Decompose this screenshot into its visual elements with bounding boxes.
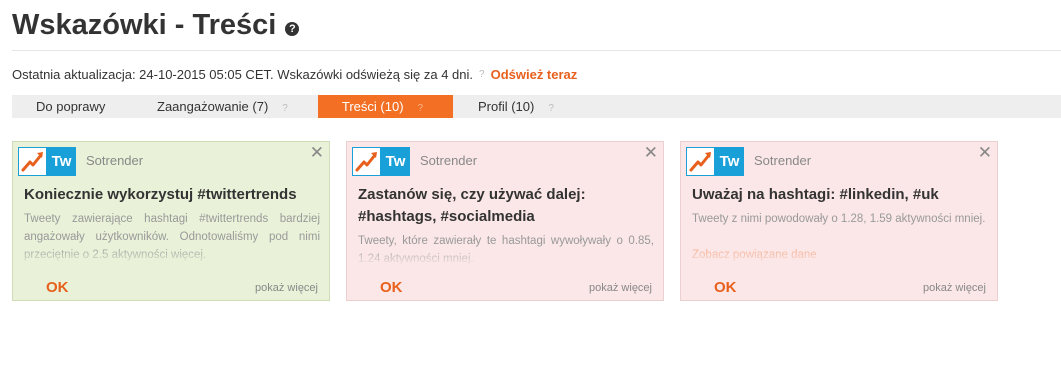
tab-label: Do poprawy xyxy=(36,99,106,114)
help-icon[interactable]: ? xyxy=(548,103,554,114)
tab-label: Profil (10) xyxy=(478,99,535,114)
twitter-badge: Tw xyxy=(47,147,76,176)
twitter-badge: Tw xyxy=(381,147,410,176)
tab-bar: Do poprawy Zaangażowanie (7)? Treści (10… xyxy=(12,95,1061,118)
close-icon[interactable]: ✕ xyxy=(310,144,324,161)
page-title-text: Wskazówki - Treści xyxy=(12,9,277,41)
refresh-now-link[interactable]: Odśwież teraz xyxy=(491,67,578,82)
page-title: Wskazówki - Treści ? xyxy=(12,9,300,42)
tip-card: Tw Sotrender ✕ Uważaj na hashtagi: #link… xyxy=(680,141,998,301)
sotrender-twitter-logo: Tw xyxy=(352,147,410,176)
ok-button[interactable]: OK xyxy=(380,279,403,296)
tip-title: Koniecznie wykorzystuj #twittertrends xyxy=(24,186,297,203)
sotrender-trend-icon xyxy=(18,147,47,176)
twitter-badge: Tw xyxy=(715,147,744,176)
related-data-link[interactable]: Zobacz powiązane dane xyxy=(692,246,988,264)
tip-card: Tw Sotrender ✕ Zastanów się, czy używać … xyxy=(346,141,664,301)
sotrender-twitter-logo: Tw xyxy=(18,147,76,176)
show-more-link[interactable]: pokaż więcej xyxy=(589,282,652,294)
title-divider xyxy=(12,50,1061,51)
tab-label: Treści (10) xyxy=(341,99,404,114)
tab-do-poprawy[interactable]: Do poprawy xyxy=(36,95,105,118)
tip-card: Tw Sotrender ✕ Koniecznie wykorzystuj #t… xyxy=(12,141,330,301)
brand-label: Sotrender xyxy=(420,153,478,168)
help-icon[interactable]: ? xyxy=(285,21,300,36)
show-more-link[interactable]: pokaż więcej xyxy=(923,282,986,294)
update-status-text: Ostatnia aktualizacja: 24-10-2015 05:05 … xyxy=(12,67,474,82)
tip-body: Tweety, które zawierały te hashtagi wywo… xyxy=(358,235,654,265)
sotrender-twitter-logo: Tw xyxy=(686,147,744,176)
brand-label: Sotrender xyxy=(86,153,144,168)
help-icon[interactable]: ? xyxy=(479,69,485,80)
brand-label: Sotrender xyxy=(754,153,812,168)
tab-zaangazowanie[interactable]: Zaangażowanie (7)? xyxy=(157,95,294,118)
update-status: Ostatnia aktualizacja: 24-10-2015 05:05 … xyxy=(12,67,577,82)
show-more-link[interactable]: pokaż więcej xyxy=(255,282,318,294)
tip-body: Tweety zawierające hashtagi #twittertren… xyxy=(24,213,320,261)
help-icon[interactable]: ? xyxy=(418,103,424,114)
sotrender-trend-icon xyxy=(352,147,381,176)
help-icon[interactable]: ? xyxy=(282,103,288,114)
tip-title: Uważaj na hashtagi: #linkedin, #uk xyxy=(692,186,939,203)
sotrender-trend-icon xyxy=(686,147,715,176)
tip-body: Tweety z nimi powodowały o 1.28, 1.59 ak… xyxy=(692,213,986,225)
ok-button[interactable]: OK xyxy=(714,279,737,296)
close-icon[interactable]: ✕ xyxy=(978,144,992,161)
tip-title: Zastanów się, czy używać dalej: #hashtag… xyxy=(358,186,586,225)
ok-button[interactable]: OK xyxy=(46,279,69,296)
tab-label: Zaangażowanie (7) xyxy=(157,99,269,114)
close-icon[interactable]: ✕ xyxy=(644,144,658,161)
tab-profil[interactable]: Profil (10)? xyxy=(478,95,560,118)
tab-tresci[interactable]: Treści (10)? xyxy=(318,95,453,118)
